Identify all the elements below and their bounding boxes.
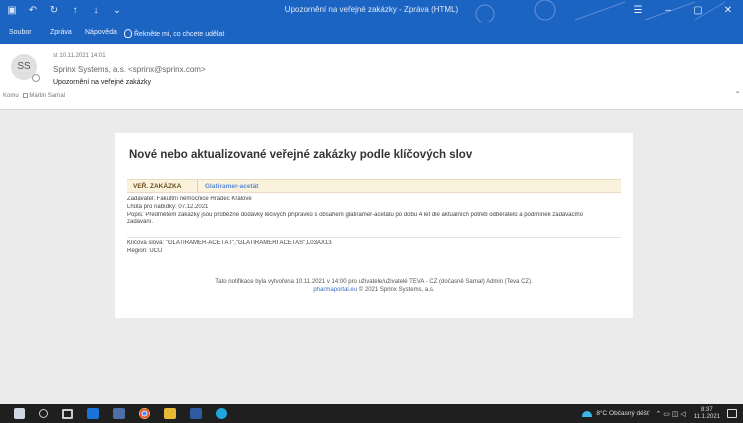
notification-icon[interactable] [727, 409, 737, 418]
taskbar-apps [14, 404, 241, 423]
file-explorer-icon[interactable] [164, 408, 176, 419]
email-heading: Nové nebo aktualizované veřejné zakázky … [129, 149, 473, 161]
ribbon-display-icon[interactable]: ☰ [623, 0, 653, 22]
tender-keywords: Klíčová slova: "GLATIRAMER-ACETÁT","GLAT… [127, 237, 621, 256]
task-view-icon[interactable] [62, 408, 73, 419]
clock-date: 11.1.2021 [693, 413, 720, 420]
skype-icon[interactable] [216, 408, 227, 419]
presence-indicator [32, 74, 40, 82]
clock-time: 8:37 [701, 406, 713, 413]
lightbulb-icon [124, 29, 132, 38]
word-icon[interactable] [190, 408, 202, 419]
weather-icon [582, 410, 593, 417]
teams-icon[interactable] [113, 408, 125, 419]
region: Region: ÚCU [127, 247, 163, 254]
taskbar: 8°C Občasný déšť ⌃ ▭ ◫ ◁ 8:37 11.1.2021 [0, 404, 743, 423]
chrome-icon[interactable] [139, 408, 150, 419]
keywords: Klíčová slova: "GLATIRAMER-ACETÁT","GLAT… [127, 240, 332, 246]
tender-type: VEŘ. ZAKÁZKA [133, 183, 182, 190]
title-bar: ▣ ↶ ↻ ↑ ↓ ⌄ Upozornění na veřejné zakázk… [0, 0, 743, 22]
tender-details: Zadavatel: Fakultní nemocnice Hradec Krá… [127, 196, 621, 227]
recipients-row: Komu Martin Sarnal [3, 93, 65, 99]
menu-bar: Soubor Zpráva Nápověda Řekněte mi, co ch… [0, 22, 743, 44]
description: Popis: Předmětem zakázky jsou průběžné d… [127, 211, 583, 218]
message-header: SS st 10.11.2021 14:01 Sprinx Systems, a… [0, 44, 743, 109]
search-icon[interactable] [39, 409, 48, 418]
menu-soubor[interactable]: Soubor [9, 29, 32, 36]
minimize-icon[interactable]: – [653, 0, 683, 22]
menu-zprava[interactable]: Zpráva [50, 29, 72, 36]
system-tray: 8°C Občasný déšť ⌃ ▭ ◫ ◁ 8:37 11.1.2021 [582, 404, 737, 423]
outlook-icon[interactable] [87, 408, 99, 419]
contracting-authority: Zadavatel: Fakultní nemocnice Hradec Krá… [127, 196, 252, 202]
tender-name-link[interactable]: Glatiramer-acetát [205, 183, 258, 190]
divider [197, 180, 198, 192]
close-icon[interactable]: ✕ [713, 0, 743, 22]
message-subject: Upozornění na veřejné zakázky [53, 79, 152, 86]
window-controls: ☰ – ▢ ✕ [623, 0, 743, 22]
email-footer: Tato notifikace byla vytvořena 10.11.202… [115, 278, 633, 294]
email-card: Nové nebo aktualizované veřejné zakázky … [115, 133, 633, 318]
tell-me-search[interactable]: Řekněte mi, co chcete udělat [124, 29, 224, 38]
deadline: Lhůta pro nabídky: 07.12.2021 [127, 203, 209, 210]
clock[interactable]: 8:37 11.1.2021 [694, 407, 720, 421]
message-body: Nové nebo aktualizované veřejné zakázky … [0, 109, 743, 404]
footer-links: pharmaportal.eu © 2021 Sprinx Systems, a… [115, 286, 633, 294]
menu-napoveda[interactable]: Nápověda [85, 29, 117, 36]
maximize-icon[interactable]: ▢ [683, 0, 713, 22]
tray-icons[interactable]: ⌃ ▭ ◫ ◁ [655, 410, 685, 418]
start-icon[interactable] [14, 408, 25, 419]
footer-copyright: © 2021 Sprinx Systems, a.s. [358, 287, 435, 293]
tell-me-label: Řekněte mi, co chcete udělat [134, 31, 225, 38]
recipient-name[interactable]: Martin Sarnal [29, 93, 65, 99]
recipients-label: Komu [3, 93, 19, 99]
sender[interactable]: Sprinx Systems, a.s. <sprinx@sprinx.com> [53, 65, 206, 74]
weather-text[interactable]: 8°C Občasný déšť [596, 410, 649, 417]
expand-header-icon[interactable]: ⌃ [734, 90, 741, 99]
description-cont: zadávání. [127, 219, 154, 226]
footer-text: Tato notifikace byla vytvořena 10.11.202… [215, 279, 533, 285]
recipient-checkbox[interactable] [23, 93, 29, 98]
tender-header: VEŘ. ZAKÁZKA Glatiramer-acetát [127, 179, 621, 193]
pharmaportal-link[interactable]: pharmaportal.eu [313, 287, 357, 293]
message-date: st 10.11.2021 14:01 [53, 53, 106, 59]
